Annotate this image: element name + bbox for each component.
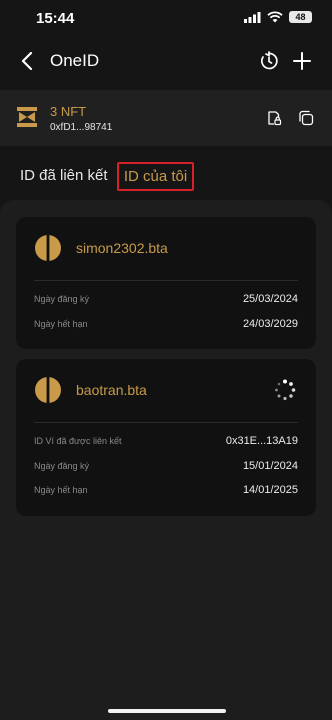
wallet-address: 0xfD1...98741 <box>50 122 113 133</box>
plus-icon <box>293 52 311 70</box>
row-label: ID Ví đã được liên kết <box>34 436 122 446</box>
wallet-card[interactable]: 3 NFT 0xfD1...98741 <box>0 90 332 146</box>
row-value: 24/03/2029 <box>242 318 298 330</box>
id-name: baotran.bta <box>76 382 147 398</box>
id-logo-icon <box>35 377 61 403</box>
wifi-icon <box>267 11 283 23</box>
lock-document-icon <box>268 111 282 126</box>
row-value: 0x31E...13A19 <box>225 435 298 447</box>
copy-address-button[interactable] <box>296 108 316 128</box>
id-card[interactable]: simon2302.bta Ngày đăng ký 25/03/2024 Ng… <box>16 217 316 349</box>
status-time: 15:44 <box>36 10 75 27</box>
signal-icon <box>244 11 261 23</box>
status-icons: 48 <box>244 11 312 23</box>
back-button[interactable] <box>14 48 40 74</box>
row-label: Ngày hết hạn <box>34 485 88 495</box>
wallet-logo-icon <box>17 107 37 127</box>
status-bar: 15:44 48 <box>0 0 332 40</box>
page-title: OneID <box>50 51 100 70</box>
back-icon <box>21 52 33 70</box>
wallet-nft-count: 3 NFT <box>50 104 87 119</box>
copy-icon <box>299 110 314 126</box>
header: OneID <box>0 42 332 80</box>
row-value: 25/03/2024 <box>242 293 298 305</box>
row-label: Ngày hết hạn <box>34 319 88 329</box>
row-label: Ngày đăng ký <box>34 461 90 471</box>
home-indicator <box>108 709 226 713</box>
id-name: simon2302.bta <box>76 240 168 256</box>
tab-linked-ids[interactable]: ID đã liên kết <box>20 167 108 184</box>
row-value: 14/01/2025 <box>242 484 298 496</box>
row-label: Ngày đăng ký <box>34 294 90 304</box>
card-divider <box>34 422 298 423</box>
id-logo-icon <box>35 235 61 261</box>
battery-indicator: 48 <box>289 11 312 23</box>
add-button[interactable] <box>289 48 315 74</box>
card-divider <box>34 280 298 281</box>
tab-my-ids[interactable]: ID của tôi <box>117 162 194 191</box>
loading-spinner-icon <box>275 379 296 401</box>
history-icon <box>261 51 278 70</box>
wallet-detail-button[interactable] <box>264 108 284 128</box>
id-card[interactable]: baotran.bta ID Ví đã được liên kết 0x31E… <box>16 359 316 516</box>
id-tabs: ID đã liên kết ID của tôi <box>0 160 332 194</box>
row-value: 15/01/2024 <box>242 460 298 472</box>
history-button[interactable] <box>256 48 282 74</box>
